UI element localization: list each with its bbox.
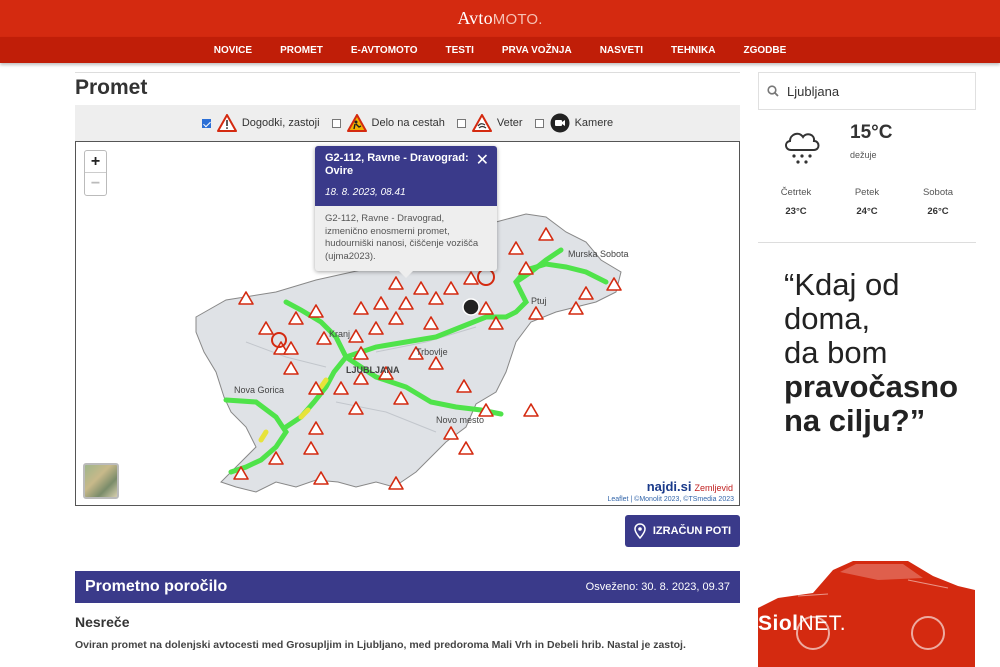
- weather-location-input[interactable]: Ljubljana: [758, 72, 976, 110]
- nav-item-prva-voznja[interactable]: PRVA VOŽNJA: [502, 45, 572, 56]
- popup-date: 18. 8. 2023, 08.41: [325, 187, 406, 198]
- map-zoom-control: + −: [84, 150, 107, 196]
- wind-warning-icon: [471, 114, 492, 132]
- forecast-day: Sobota 26°C: [908, 187, 968, 217]
- traffic-map[interactable]: Murska Sobota Ptuj Kranj Trbovlje LJUBLJ…: [75, 141, 740, 506]
- siolnet-logo[interactable]: SiolNET.: [758, 612, 846, 636]
- map-label-trbovlje: Trbovlje: [416, 347, 448, 357]
- map-filter-bar: Dogodki, zastoji Delo na cestah Veter Ka…: [75, 105, 740, 141]
- filter-roadwork-checkbox[interactable]: [331, 118, 341, 128]
- report-title: Prometno poročilo: [85, 578, 228, 595]
- forecast-day-name: Petek: [854, 187, 880, 198]
- forecast-day-name: Četrtek: [780, 187, 812, 198]
- sidebar-divider: [758, 242, 976, 243]
- site-header: AvtoMOTO.: [0, 0, 1000, 37]
- ad-quote[interactable]: “Kdaj od doma, da bom pravočasno na cilj…: [784, 268, 958, 438]
- filter-events-label: Dogodki, zastoji: [241, 117, 320, 129]
- filter-cameras-label: Kamere: [574, 117, 614, 129]
- map-label-murska-sobota: Murska Sobota: [568, 249, 629, 259]
- filter-wind-checkbox[interactable]: [456, 118, 466, 128]
- weather-location-value: Ljubljana: [787, 83, 840, 99]
- filter-events-checkbox[interactable]: [201, 118, 211, 128]
- current-temperature: 15°C: [850, 122, 893, 143]
- nav-item-e-avtomoto[interactable]: E-AVTOMOTO: [351, 45, 418, 56]
- report-updated: Osveženo: 30. 8. 2023, 09.37: [585, 581, 730, 593]
- site-logo[interactable]: AvtoMOTO.: [457, 8, 542, 29]
- weather-forecast: Četrtek 23°C Petek 24°C Sobota 26°C: [758, 187, 976, 217]
- map-label-ljubljana: LJUBLJANA: [346, 365, 400, 375]
- forecast-day: Petek 24°C: [837, 187, 897, 217]
- map-label-novo-mesto: Novo mesto: [436, 415, 484, 425]
- filter-roadwork[interactable]: Delo na cestah: [331, 114, 445, 132]
- filter-wind[interactable]: Veter: [456, 114, 523, 132]
- roadwork-icon: [346, 114, 367, 132]
- filter-cameras[interactable]: Kamere: [534, 113, 614, 133]
- ad-quote-line: pravočasno: [784, 369, 959, 404]
- main-navigation: NOVICE PROMET E-AVTOMOTO TESTI PRVA VOŽN…: [0, 37, 1000, 63]
- popup-header: G2-112, Ravne - Dravograd: Ovire 18. 8. …: [315, 146, 497, 206]
- rain-cloud-icon: [785, 132, 820, 164]
- location-pin-icon: [634, 523, 646, 539]
- ad-quote-line: da bom: [784, 335, 888, 370]
- truck-marker: [462, 298, 480, 316]
- search-icon: [767, 85, 779, 97]
- ad-quote-line: na cilju?”: [784, 403, 926, 438]
- map-label-kranj: Kranj: [329, 329, 350, 339]
- filter-wind-label: Veter: [496, 117, 523, 129]
- title-divider: [75, 72, 740, 73]
- popup-title: G2-112, Ravne - Dravograd: Ovire: [325, 152, 469, 177]
- zoom-out-button[interactable]: −: [85, 173, 106, 195]
- traffic-report-header: Prometno poročilo Osveženo: 30. 8. 2023,…: [75, 571, 740, 603]
- filter-events[interactable]: Dogodki, zastoji: [201, 114, 320, 132]
- ad-quote-line: “Kdaj od: [784, 267, 900, 302]
- route-calculator-button[interactable]: IZRAČUN POTI: [625, 515, 740, 547]
- nav-item-promet[interactable]: PROMET: [280, 45, 323, 56]
- nav-item-tehnika[interactable]: TEHNIKA: [671, 45, 715, 56]
- forecast-day-temp: 23°C: [785, 206, 807, 217]
- current-weather: 15°C dežuje: [758, 120, 976, 180]
- nav-item-nasveti[interactable]: NASVETI: [600, 45, 643, 56]
- camera-icon: [550, 113, 570, 133]
- map-attribution[interactable]: Leaflet | ©Monolit 2023, ©TSmedia 2023: [607, 496, 734, 503]
- warning-triangle-icon: [216, 114, 237, 132]
- nav-item-zgodbe[interactable]: ZGODBE: [744, 45, 787, 56]
- filter-cameras-checkbox[interactable]: [534, 118, 544, 128]
- ad-quote-line: doma,: [784, 301, 871, 336]
- popup-body: G2-112, Ravne - Dravograd, izmenično eno…: [325, 213, 479, 262]
- close-icon[interactable]: ✕: [476, 150, 489, 170]
- layer-switcher-button[interactable]: [83, 463, 119, 499]
- report-section-heading: Nesreče: [75, 614, 130, 630]
- report-section-text: Oviran promet na dolenjski avtocesti med…: [75, 639, 686, 651]
- forecast-day: Četrtek 23°C: [766, 187, 826, 217]
- map-brand[interactable]: najdi.si Zemljevid: [647, 479, 733, 494]
- forecast-day-temp: 26°C: [927, 206, 949, 217]
- current-condition: dežuje: [850, 150, 877, 160]
- zoom-in-button[interactable]: +: [85, 151, 106, 173]
- nav-item-testi[interactable]: TESTI: [446, 45, 474, 56]
- forecast-day-name: Sobota: [922, 187, 954, 198]
- page-title: Promet: [75, 76, 148, 99]
- incident-popup: G2-112, Ravne - Dravograd: Ovire 18. 8. …: [315, 146, 497, 278]
- map-label-nova-gorica: Nova Gorica: [234, 385, 284, 395]
- route-button-label: IZRAČUN POTI: [652, 525, 732, 537]
- filter-roadwork-label: Delo na cestah: [371, 117, 445, 129]
- forecast-day-temp: 24°C: [856, 206, 878, 217]
- nav-item-novice[interactable]: NOVICE: [214, 45, 252, 56]
- map-label-ptuj: Ptuj: [531, 296, 547, 306]
- popup-pointer: [399, 271, 413, 278]
